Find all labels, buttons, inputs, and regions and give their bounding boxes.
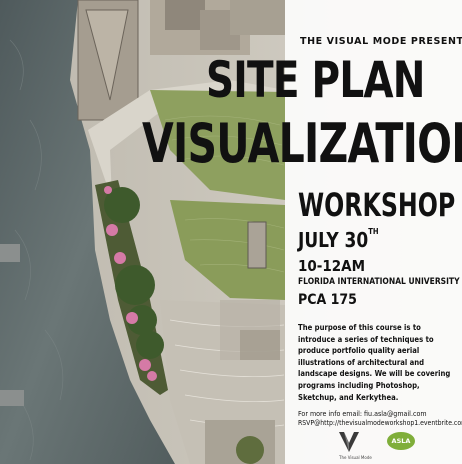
workshop-poster: THE VISUAL MODE PRESENTS : SITE PLAN VIS… bbox=[0, 0, 462, 464]
asla-logo-label: ASLA bbox=[391, 437, 411, 445]
contact-email: For more info email: fiu.asla@gmail.com bbox=[298, 410, 427, 418]
title-line-3: WORKSHOP bbox=[298, 186, 456, 224]
event-date: JULY 30TH bbox=[298, 227, 379, 252]
presenter-line: THE VISUAL MODE PRESENTS : bbox=[300, 36, 462, 47]
event-date-suffix: TH bbox=[368, 227, 379, 236]
course-description: The purpose of this course is to introdu… bbox=[298, 322, 451, 402]
title-line-2: VISUALIZATION bbox=[142, 112, 462, 175]
event-university: FLORIDA INTERNATIONAL UNIVERSITY bbox=[298, 277, 460, 287]
visual-mode-logo-label: The Visual Mode bbox=[339, 455, 372, 460]
event-time: 10-12AM bbox=[298, 257, 366, 275]
visual-mode-logo-icon bbox=[339, 432, 359, 452]
event-date-text: JULY 30 bbox=[298, 228, 369, 252]
rsvp-link: RSVP@http://thevisualmodeworkshop1.event… bbox=[298, 419, 462, 427]
title-line-1: SITE PLAN bbox=[206, 51, 425, 109]
event-room: PCA 175 bbox=[298, 292, 357, 308]
